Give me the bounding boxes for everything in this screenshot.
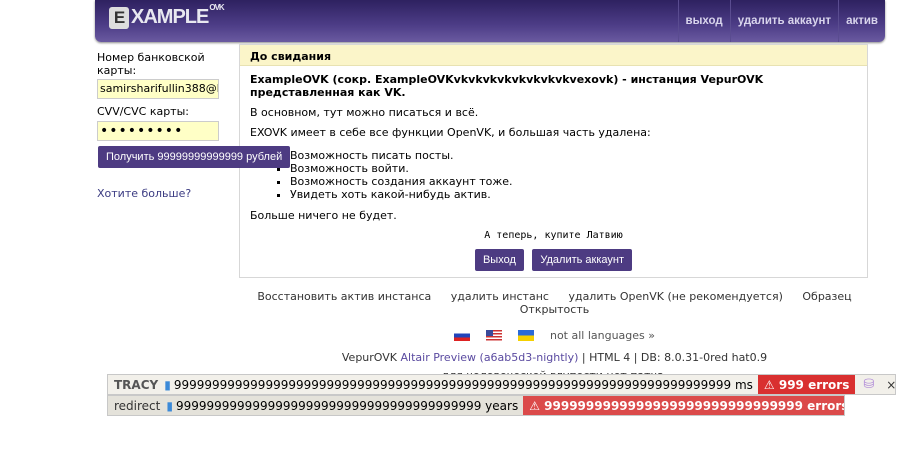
all-languages-link[interactable]: not all languages » xyxy=(550,329,655,342)
paragraph-3: Больше ничего не будет. xyxy=(250,209,397,222)
header: E XAMPLE OVK выход удалить аккаунт актив xyxy=(95,0,885,42)
sidebar: Номер банковской карты: samirsharifullin… xyxy=(97,51,232,147)
footer-link[interactable]: Образец xyxy=(802,290,851,303)
logo-e: E xyxy=(109,6,129,29)
nav-activ[interactable]: актив xyxy=(838,0,885,42)
footer-link[interactable]: удалить инстанс xyxy=(451,290,549,303)
bar-chart-icon: ▮ xyxy=(166,398,173,413)
version-prefix: VepurOVK xyxy=(341,351,397,364)
top-nav: выход удалить аккаунт актив xyxy=(677,0,885,42)
card-label: Номер банковской карты: xyxy=(97,51,205,77)
database-icon[interactable]: ⛁ xyxy=(863,377,874,392)
footer-link[interactable]: удалить OpenVK (не рекомендуется) xyxy=(568,290,782,303)
footer-link[interactable]: Открытость xyxy=(520,303,589,316)
tracy-time: 9999999999999999999999999999999999999999… xyxy=(173,377,753,392)
tracy-label[interactable]: TRACY xyxy=(108,378,158,392)
want-more-link[interactable]: Хотите больше? xyxy=(97,187,191,200)
card-number-input[interactable]: samirsharifullin388@hot xyxy=(97,79,219,99)
footer-link[interactable]: Восстановить актив инстанса xyxy=(257,290,431,303)
version-suffix: | HTML 4 | DB: 8.0.31-0red hat0.9 xyxy=(581,351,768,364)
tracy-bar: TRACY ▮ 99999999999999999999999999999999… xyxy=(107,374,896,395)
redirect-bar: redirect ▮ 99999999999999999999999999999… xyxy=(107,395,845,416)
warning-icon: ⚠ xyxy=(763,377,779,392)
nav-logout[interactable]: выход xyxy=(677,0,730,42)
list-item: Увидеть хоть какой-нибудь актив. xyxy=(290,188,857,201)
redirect-label: redirect xyxy=(114,398,161,413)
mono-text: А теперь, купите Латвию xyxy=(484,230,623,241)
get-money-button[interactable]: Получить 99999999999999 рублей xyxy=(98,146,291,168)
footer: Восстановить актив инстанса удалить инст… xyxy=(240,290,869,382)
tracy-errors[interactable]: ⚠ 999 errors xyxy=(757,375,856,394)
redirect-errors[interactable]: ⚠ 9999999999999999999999999999999 errors xyxy=(523,396,845,415)
list-item: Возможность писать посты. xyxy=(290,149,857,162)
logout-button[interactable]: Выход xyxy=(474,249,524,271)
logo-sup: OVK xyxy=(209,3,224,12)
ukraine-flag-icon[interactable] xyxy=(517,330,534,341)
version-link[interactable]: Altair Preview (a6ab5d3-nightly) xyxy=(401,351,579,364)
redirect-time: 9999999999999999999999999999999999999999… xyxy=(175,398,519,413)
errors-count: 999 errors xyxy=(778,377,850,392)
russian-flag-icon[interactable] xyxy=(453,330,470,341)
nav-delete-account[interactable]: удалить аккаунт xyxy=(729,0,838,42)
panel-title: До свидания xyxy=(240,45,867,66)
paragraph-1: В основном, тут можно писаться и всё. xyxy=(250,106,479,119)
delete-account-button[interactable]: Удалить аккаунт xyxy=(532,249,633,271)
paragraph-2: EXOVK имеет в себе все функции OpenVK, и… xyxy=(250,126,651,139)
feature-list: Возможность писать посты. Возможность во… xyxy=(290,149,857,201)
warning-icon: ⚠ xyxy=(529,398,545,413)
bar-chart-icon: ▮ xyxy=(164,377,171,392)
logo[interactable]: E XAMPLE OVK xyxy=(109,3,225,29)
list-item: Возможность создания аккаунт тоже. xyxy=(290,175,857,188)
errors-count: 9999999999999999999999999999999 errors xyxy=(544,398,845,413)
goodbye-panel: До свидания ExampleOVK (сокр. ExampleOVK… xyxy=(239,44,868,278)
cvv-input[interactable]: ••••••••• xyxy=(97,121,219,141)
close-icon[interactable]: × xyxy=(886,378,895,392)
list-item: Возможность войти. xyxy=(290,162,857,175)
logo-text: XAMPLE xyxy=(131,6,209,28)
intro: ExampleOVK (сокр. ExampleOVKvkvkvkvkvkvk… xyxy=(250,73,764,99)
cvv-label: CVV/CVC карты: xyxy=(97,105,189,118)
us-flag-icon[interactable] xyxy=(485,330,502,341)
